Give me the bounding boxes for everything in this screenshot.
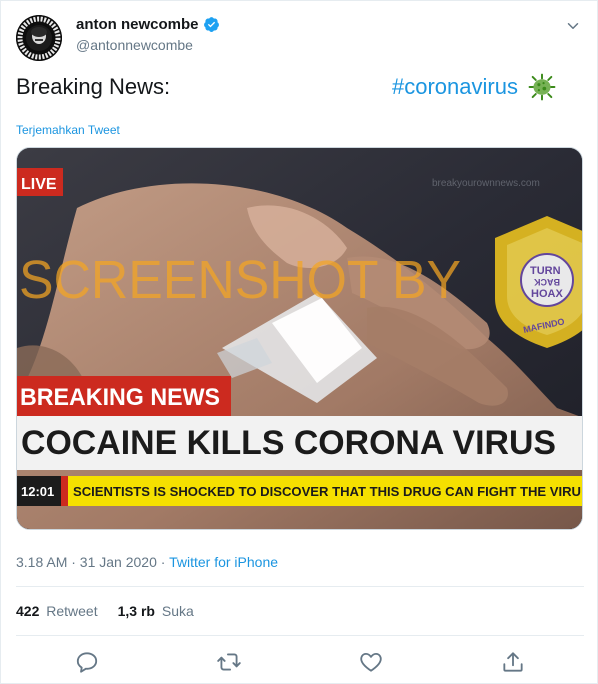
retweet-icon[interactable] bbox=[216, 649, 242, 675]
hashtag-link[interactable]: #coronavirus bbox=[392, 73, 518, 101]
screenshot-by-overlay: SCREENSHOT BY bbox=[19, 250, 461, 310]
divider bbox=[16, 586, 584, 587]
divider bbox=[16, 635, 584, 636]
share-icon[interactable] bbox=[500, 649, 526, 675]
tweet-image[interactable]: breakyourownnews.com LIVE SCREENSHOT BY … bbox=[16, 147, 583, 530]
likes-stat[interactable]: 1,3 rb Suka bbox=[118, 603, 194, 619]
likes-count: 1,3 rb bbox=[117, 603, 155, 619]
tweet-header: anton newcombe @antonnewcombe bbox=[16, 13, 586, 61]
timestamp-text[interactable]: 3.18 AM · 31 Jan 2020 · bbox=[16, 554, 169, 570]
microbe-emoji-icon bbox=[528, 73, 556, 101]
likes-label: Suka bbox=[161, 603, 194, 619]
avatar[interactable] bbox=[16, 15, 62, 61]
ticker-clock: 12:01 bbox=[21, 484, 54, 499]
retweets-stat[interactable]: 422 Retweet bbox=[16, 603, 98, 619]
stamp-line-2: BACK bbox=[534, 277, 560, 287]
tweet-body: Breaking News: bbox=[16, 74, 171, 99]
tweet-source-link[interactable]: Twitter for iPhone bbox=[169, 554, 278, 570]
breaking-news-label: BREAKING NEWS bbox=[20, 384, 220, 411]
tweet-card: anton newcombe @antonnewcombe Breaking N… bbox=[0, 0, 598, 684]
like-heart-icon[interactable] bbox=[358, 649, 384, 675]
retweets-count: 422 bbox=[16, 603, 40, 619]
display-name[interactable]: anton newcombe bbox=[76, 16, 199, 33]
stamp-line-1: TURN bbox=[530, 265, 561, 277]
retweets-label: Retweet bbox=[46, 603, 98, 619]
reply-icon[interactable] bbox=[74, 649, 100, 675]
headline-text: COCAINE KILLS CORONA VIRUS bbox=[21, 424, 556, 462]
tweet-stats: 422 Retweet 1,3 rb Suka bbox=[16, 603, 194, 619]
chevron-down-icon[interactable] bbox=[564, 17, 582, 35]
user-handle[interactable]: @antonnewcombe bbox=[76, 37, 193, 53]
tweet-timestamp: 3.18 AM · 31 Jan 2020 · Twitter for iPho… bbox=[16, 554, 278, 570]
live-label: LIVE bbox=[21, 176, 57, 193]
stamp-line-3: HOAX bbox=[531, 288, 563, 300]
watermark-url: breakyourownnews.com bbox=[432, 178, 540, 189]
tweet-text: Breaking News: #coronavirus bbox=[16, 73, 576, 101]
verified-badge-icon bbox=[203, 17, 219, 32]
tweet-actions bbox=[1, 649, 598, 677]
translate-tweet-link[interactable]: Terjemahkan Tweet bbox=[16, 123, 120, 137]
ticker-text: SCIENTISTS IS SHOCKED TO DISCOVER THAT T… bbox=[73, 484, 581, 499]
